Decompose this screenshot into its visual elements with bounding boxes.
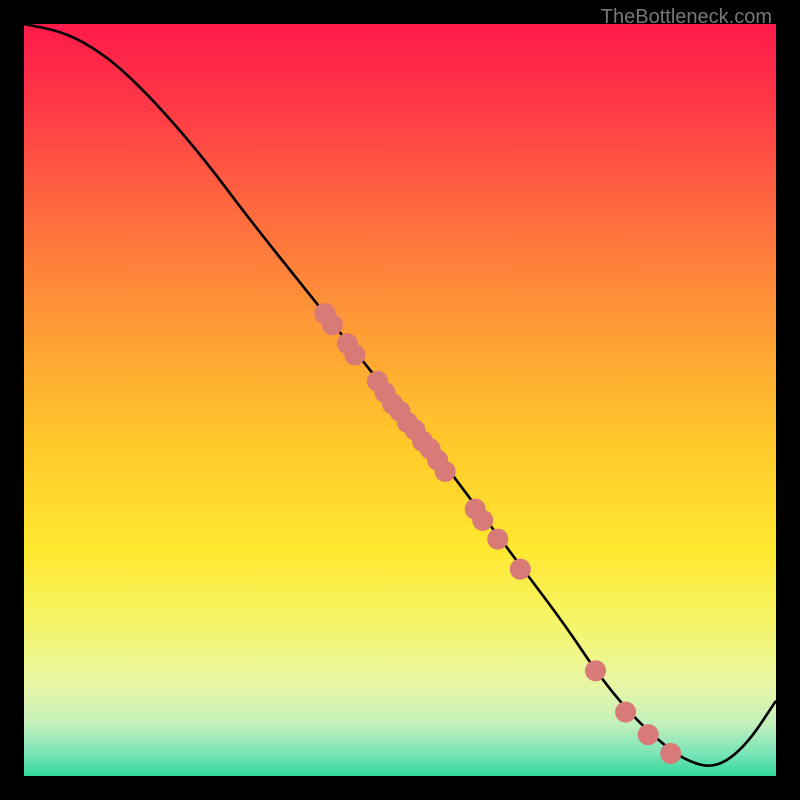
data-marker [585, 660, 606, 681]
chart-frame: TheBottleneck.com [0, 0, 800, 800]
markers-group [314, 303, 681, 764]
data-marker [322, 314, 343, 335]
data-marker [638, 724, 659, 745]
data-marker [615, 702, 636, 723]
curve-layer [24, 24, 776, 776]
data-marker [344, 344, 365, 365]
data-marker [487, 529, 508, 550]
plot-area [24, 24, 776, 776]
data-marker [472, 510, 493, 531]
data-marker [510, 559, 531, 580]
data-marker [660, 743, 681, 764]
bottleneck-curve [24, 24, 776, 766]
data-marker [435, 461, 456, 482]
